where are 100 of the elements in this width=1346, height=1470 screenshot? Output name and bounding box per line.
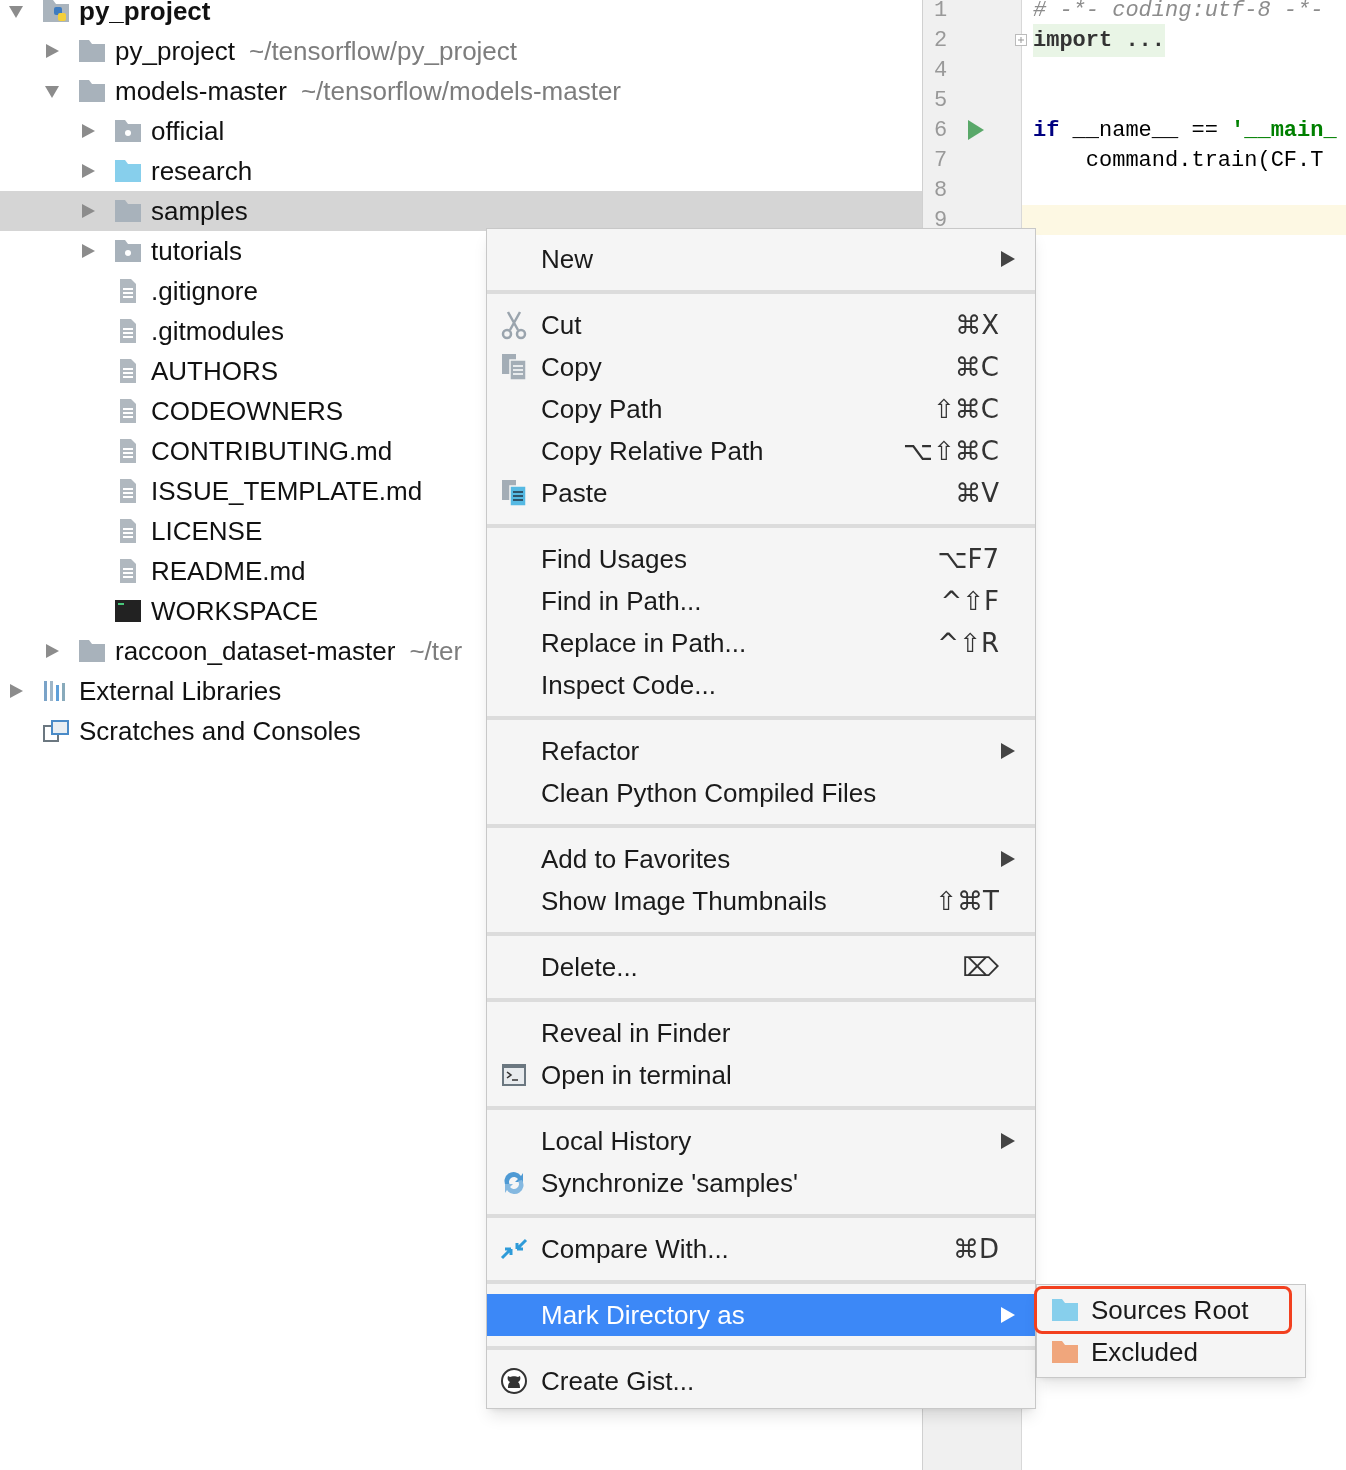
- item-label: Scratches and Consoles: [79, 714, 361, 748]
- folder-icon: [78, 77, 106, 105]
- source-folder-icon: [114, 157, 142, 185]
- menu-label: Synchronize 'samples': [541, 1166, 799, 1200]
- menu-label: Show Image Thumbnails: [541, 884, 827, 918]
- menu-label: Create Gist...: [541, 1364, 695, 1398]
- menu-label: Paste: [541, 476, 608, 510]
- menu-label: Replace in Path...: [541, 626, 747, 660]
- submenu-item[interactable]: Excluded: [1037, 1331, 1305, 1373]
- menu-label: Add to Favorites: [541, 842, 731, 876]
- tree-item[interactable]: samples: [0, 191, 922, 231]
- menu-item[interactable]: Copy Relative Path ⌥⇧⌘C: [487, 430, 1035, 472]
- menu-label: Cut: [541, 308, 582, 342]
- menu-label: Clean Python Compiled Files: [541, 776, 877, 810]
- menu-label: Delete...: [541, 950, 638, 984]
- tree-item[interactable]: models-master ~/tensorflow/models-master: [0, 71, 922, 111]
- tree-item[interactable]: py_project ~/tensorflow/py_project: [0, 31, 922, 71]
- line-number: 5: [934, 86, 948, 115]
- menu-label: Excluded: [1091, 1335, 1198, 1369]
- item-label: raccoon_dataset-master: [115, 634, 396, 668]
- menu-label: Local History: [541, 1124, 692, 1158]
- folder-icon: [78, 37, 106, 65]
- code-token: if: [1033, 116, 1060, 145]
- tree-item[interactable]: research: [0, 151, 922, 191]
- menu-item[interactable]: Clean Python Compiled Files: [487, 772, 1035, 814]
- folder-icon: [78, 637, 106, 665]
- menu-item[interactable]: Local History: [487, 1120, 1035, 1162]
- menu-item[interactable]: Refactor: [487, 730, 1035, 772]
- item-label: ISSUE_TEMPLATE.md: [151, 474, 423, 508]
- excluded-folder-icon: [1051, 1338, 1079, 1366]
- shortcut-label: ⌦: [962, 950, 999, 984]
- shortcut-label: ⌘V: [955, 476, 999, 510]
- source-folder-icon: [1051, 1296, 1079, 1324]
- menu-item[interactable]: Copy ⌘C: [487, 346, 1035, 388]
- console-file-icon: [114, 597, 142, 625]
- menu-label: Open in terminal: [541, 1058, 732, 1092]
- line-number: 9: [934, 206, 948, 235]
- tree-item[interactable]: official: [0, 111, 922, 151]
- item-label: AUTHORS: [151, 354, 279, 388]
- menu-item[interactable]: Create Gist...: [487, 1360, 1035, 1402]
- line-number: 7: [934, 146, 948, 175]
- item-label: tutorials: [151, 234, 243, 268]
- shortcut-label: ^⇧F: [940, 584, 999, 618]
- shortcut-label: ⌥F7: [937, 542, 999, 576]
- scissors-icon: [500, 310, 528, 340]
- python-project-icon: [42, 0, 70, 25]
- shortcut-label: ⌥⇧⌘C: [903, 434, 999, 468]
- menu-item[interactable]: Add to Favorites: [487, 838, 1035, 880]
- menu-label: Sources Root: [1091, 1293, 1249, 1327]
- paste-icon: [500, 478, 528, 508]
- line-number: 6: [934, 116, 948, 145]
- code-token: # -*- coding:utf-8 -*-: [1033, 0, 1324, 25]
- menu-item[interactable]: Reveal in Finder: [487, 1012, 1035, 1054]
- shortcut-label: ⌘D: [952, 1232, 999, 1266]
- line-number: 8: [934, 176, 948, 205]
- menu-item[interactable]: Delete... ⌦: [487, 946, 1035, 988]
- item-label: official: [151, 114, 225, 148]
- code-token: command.train(CF.T: [1084, 146, 1324, 175]
- menu-label: Copy Relative Path: [541, 434, 764, 468]
- menu-label: Find Usages: [541, 542, 687, 576]
- shortcut-label: ⌘X: [955, 308, 999, 342]
- menu-label: Inspect Code...: [541, 668, 716, 702]
- item-label: py_project: [79, 0, 211, 28]
- menu-item[interactable]: Synchronize 'samples': [487, 1162, 1035, 1204]
- item-label: External Libraries: [79, 674, 282, 708]
- item-path: ~/ter: [409, 634, 463, 668]
- item-label: LICENSE: [151, 514, 263, 548]
- item-label: .gitmodules: [151, 314, 284, 348]
- code-token: '__main_: [1231, 116, 1337, 145]
- menu-item[interactable]: Inspect Code...: [487, 664, 1035, 706]
- menu-item[interactable]: Open in terminal: [487, 1054, 1035, 1096]
- menu-item[interactable]: Find Usages ⌥F7: [487, 538, 1035, 580]
- menu-label: Reveal in Finder: [541, 1016, 731, 1050]
- item-label: .gitignore: [151, 274, 258, 308]
- menu-item[interactable]: Paste ⌘V: [487, 472, 1035, 514]
- item-label: WORKSPACE: [151, 594, 319, 628]
- submenu-item[interactable]: Sources Root: [1037, 1289, 1289, 1331]
- code-token: import ...: [1033, 23, 1166, 57]
- menu-label: Compare With...: [541, 1232, 729, 1266]
- item-label: README.md: [151, 554, 306, 588]
- menu-label: Find in Path...: [541, 584, 702, 618]
- shortcut-label: ^⇧R: [937, 626, 999, 660]
- line-number: 4: [934, 56, 948, 85]
- tree-item[interactable]: py_project: [0, 0, 922, 31]
- menu-item[interactable]: Replace in Path... ^⇧R: [487, 622, 1035, 664]
- package-folder-icon: [114, 237, 142, 265]
- item-label: samples: [151, 194, 248, 228]
- code-token: __name__ ==: [1071, 116, 1219, 145]
- menu-item[interactable]: Find in Path... ^⇧F: [487, 580, 1035, 622]
- menu-item[interactable]: Show Image Thumbnails ⇧⌘T: [487, 880, 1035, 922]
- line-number: 2: [934, 26, 948, 55]
- shortcut-label: ⇧⌘T: [935, 884, 999, 918]
- item-path: ~/tensorflow/py_project: [248, 34, 518, 68]
- github-icon: [500, 1366, 528, 1396]
- menu-item[interactable]: Compare With... ⌘D: [487, 1228, 1035, 1270]
- menu-label: Mark Directory as: [541, 1298, 745, 1332]
- line-number: 1: [934, 0, 948, 25]
- item-label: CODEOWNERS: [151, 394, 344, 428]
- menu-item[interactable]: Copy Path ⇧⌘C: [487, 388, 1035, 430]
- scratches-icon: [42, 717, 70, 745]
